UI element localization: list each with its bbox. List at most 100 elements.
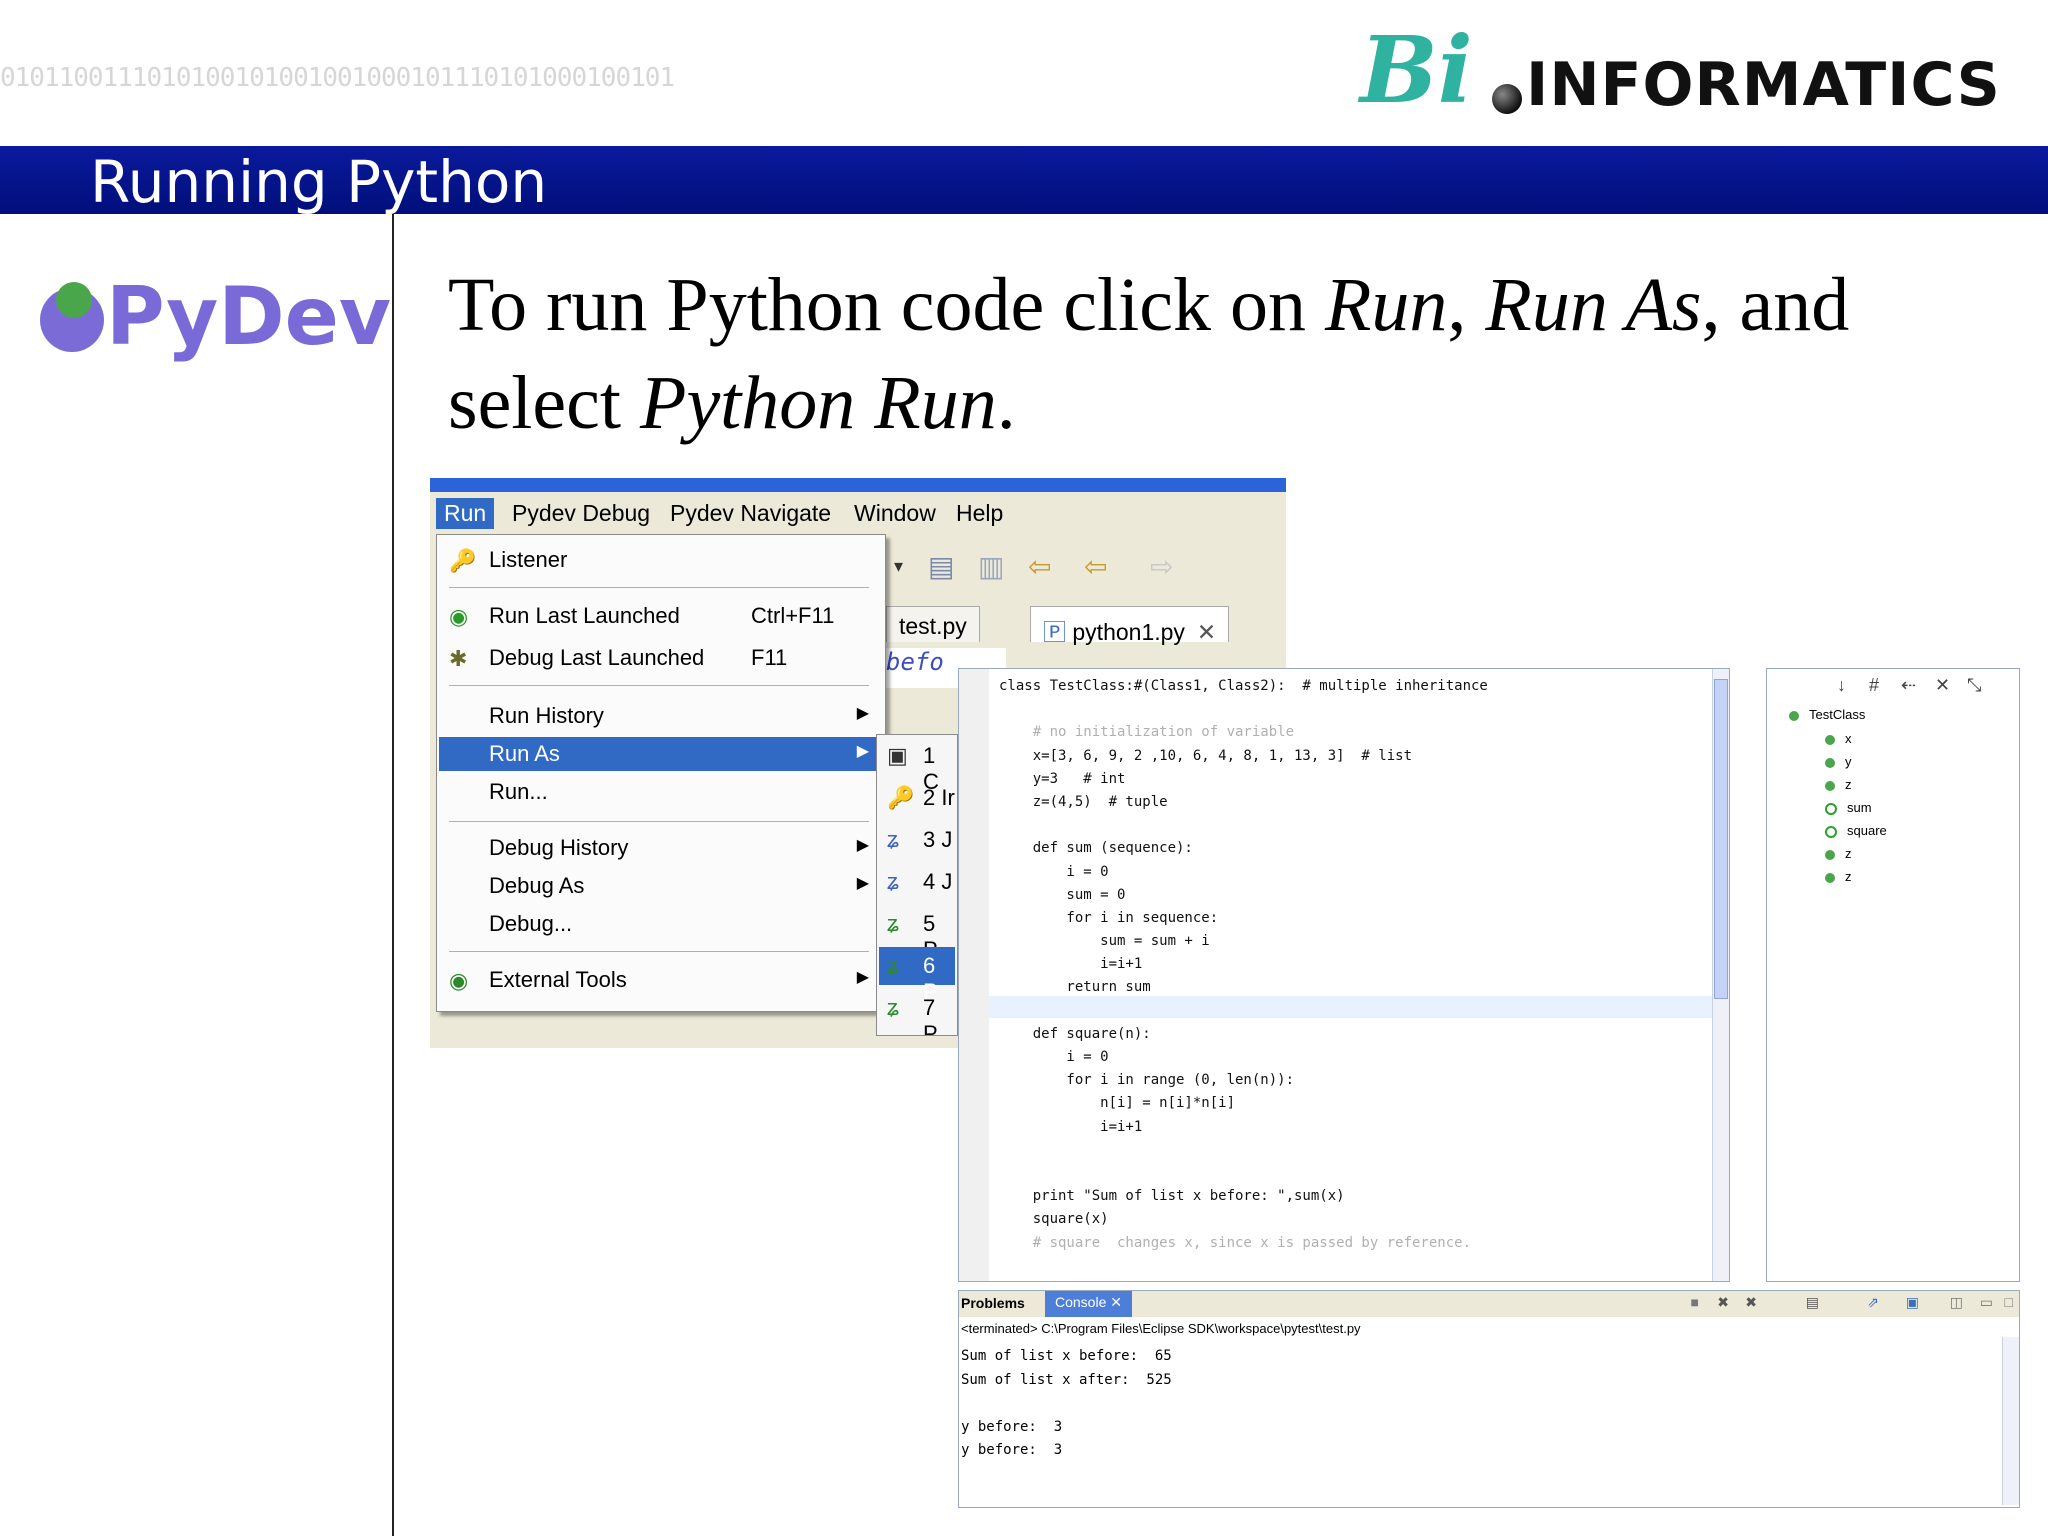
python-coverage-icon: ʑ (887, 911, 899, 936)
field-icon (1825, 849, 1835, 860)
console-scrollbar[interactable] (2002, 1337, 2019, 1505)
outline-icon[interactable]: ▤ (928, 550, 954, 583)
display-console-icon[interactable]: ▣ (1906, 1294, 1919, 1311)
outline-item[interactable]: sum (1825, 800, 1872, 815)
debug-icon: ✱ (449, 646, 468, 671)
editor-scrollbar[interactable] (1712, 669, 1729, 1281)
menu-item-label: Run History (489, 703, 604, 728)
menu-item-accel: Ctrl+F11 (751, 603, 835, 628)
code-line: def sum (sequence): (999, 840, 1193, 857)
outline-item[interactable]: z (1825, 846, 1852, 861)
field-icon (1825, 780, 1835, 791)
maximize-icon[interactable]: □ (2005, 1294, 2013, 1310)
stop-icon[interactable]: ■ (1691, 1294, 1699, 1310)
instruction-paragraph: To run Python code click on Run, Run As,… (448, 256, 2008, 452)
scroll-thumb[interactable] (1714, 679, 1728, 999)
emphasis-run: Run (1324, 263, 1448, 347)
menu-item-listener[interactable]: 🔑 Listener (439, 543, 881, 577)
python-unittest-icon: ʑ (887, 869, 899, 894)
code-editor[interactable]: class TestClass:#(Class1, Class2): # mul… (958, 668, 1730, 1282)
binary-line: 0101100111010100101001001000101110101000… (0, 63, 675, 93)
outline-label: z (1845, 846, 1852, 861)
file-icon: 🄿 (1043, 619, 1073, 645)
tab-problems[interactable]: Problems (961, 1295, 1025, 1311)
python-icon: ʑ (887, 827, 899, 852)
outline-item[interactable]: z (1825, 777, 1852, 792)
forward-edit-icon[interactable]: ⇦ (1028, 550, 1051, 583)
menu-item-debug[interactable]: Debug... (439, 907, 881, 941)
back-icon[interactable]: ⇦ (1084, 550, 1107, 583)
menu-item-run-last[interactable]: ◉ Run Last Launched Ctrl+F11 (439, 599, 881, 633)
menu-item-debug-last[interactable]: ✱ Debug Last Launched F11 (439, 641, 881, 675)
menu-item-debug-history[interactable]: Debug History ▶ (439, 831, 881, 865)
menu-help[interactable]: Help (948, 498, 1011, 529)
menu-item-label: Listener (489, 547, 568, 572)
emphasis-run-as: Run As (1485, 263, 1702, 347)
filter-icon[interactable]: # (1869, 675, 1879, 696)
tab-python1-py[interactable]: 🄿 python1.py ✕ (1030, 606, 1230, 645)
menu-item-run-history[interactable]: Run History ▶ (439, 699, 881, 733)
menu-pydev-navigate[interactable]: Pydev Navigate (662, 498, 839, 529)
code-line: for i in range (0, len(n)): (999, 1072, 1295, 1089)
pin-icon[interactable]: ⇗ (1867, 1294, 1879, 1311)
outline-label: x (1845, 731, 1852, 746)
submenu-item-label: 4 J (923, 869, 953, 894)
submenu-item-5[interactable]: ʑ5 P (879, 905, 955, 962)
code-line: z=(4,5) # tuple (999, 793, 1168, 810)
outline2-icon[interactable]: ▥ (978, 550, 1004, 583)
run-icon: ◉ (449, 604, 469, 629)
forward-icon[interactable]: ⇨ (1150, 550, 1173, 583)
close-icon[interactable]: ✕ (1935, 675, 1950, 696)
menu-item-label: Run As (489, 741, 560, 766)
tab-label: Console (1055, 1294, 1107, 1310)
external-tools-icon: ◉ (449, 968, 469, 993)
scroll-lock-icon[interactable]: ▤ (1806, 1294, 1819, 1311)
code-line: def square(n): (999, 1025, 1151, 1042)
sort-icon[interactable]: ↓ (1837, 675, 1846, 696)
console-line: Sum of list x after: 525 (961, 1371, 1172, 1388)
text-fragment: To run Python code click on (448, 263, 1325, 347)
outline-item[interactable]: square (1825, 823, 1887, 838)
outline-class[interactable]: TestClass (1789, 707, 1865, 722)
submenu-arrow-icon: ▶ (856, 875, 869, 892)
submenu-item-python-run[interactable]: ʑ6 P (879, 947, 955, 1004)
menu-item-debug-as[interactable]: Debug As ▶ (439, 869, 881, 903)
outline-label: z (1845, 869, 1852, 884)
submenu-item-3[interactable]: ʑ 3 J (879, 821, 955, 859)
tab-test-py[interactable]: test.py (886, 606, 980, 642)
close-icon[interactable]: ✕ (1197, 619, 1216, 645)
menu-run[interactable]: Run (436, 498, 495, 529)
minimize-icon[interactable]: ▭ (1980, 1294, 1993, 1311)
submenu-item-label: 7 P (923, 995, 938, 1036)
outline-item[interactable]: z (1825, 869, 1852, 884)
menu-item-run[interactable]: Run... (439, 775, 881, 809)
dropdown-arrow-icon[interactable]: ▾ (894, 556, 903, 577)
code-line: # square changes x, since x is passed by… (999, 1234, 1472, 1251)
submenu-item-4[interactable]: ʑ 4 J (879, 863, 955, 901)
remove-icon[interactable]: ✖ (1717, 1294, 1729, 1311)
submenu-item-7[interactable]: ʑ 7 P (879, 989, 955, 1035)
submenu-item-2[interactable]: 🔑 2 Ir (879, 779, 955, 817)
menu-pydev-debug[interactable]: Pydev Debug (504, 498, 658, 529)
outline-toolbar: ↓ # ⇠ ✕ ⤡ (1767, 669, 2019, 705)
outline-item[interactable]: y (1825, 754, 1852, 769)
link-icon[interactable]: ⤡ (1967, 675, 1981, 696)
collapse-icon[interactable]: ⇠ (1901, 675, 1916, 696)
submenu-item-1[interactable]: ▣ 1 C (879, 737, 955, 794)
remove-all-icon[interactable]: ✖ (1745, 1294, 1757, 1311)
code-line: return sum (999, 979, 1151, 996)
menu-item-run-as[interactable]: Run As ▶ (439, 737, 881, 771)
tab-console[interactable]: Console ✕ (1045, 1291, 1132, 1317)
method-icon (1825, 802, 1837, 815)
slide-title: Running Python (90, 148, 548, 216)
outline-item[interactable]: x (1825, 731, 1852, 746)
code-line: sum = sum + i (999, 933, 1210, 950)
menu-item-label: Debug Last Launched (489, 645, 705, 670)
close-icon[interactable]: ✕ (1110, 1294, 1122, 1310)
menu-window[interactable]: Window (846, 498, 944, 529)
menu-item-external-tools[interactable]: ◉ External Tools ▶ (439, 963, 881, 997)
code-line: i = 0 (999, 1049, 1109, 1065)
new-console-icon[interactable]: ◫ (1950, 1294, 1963, 1311)
